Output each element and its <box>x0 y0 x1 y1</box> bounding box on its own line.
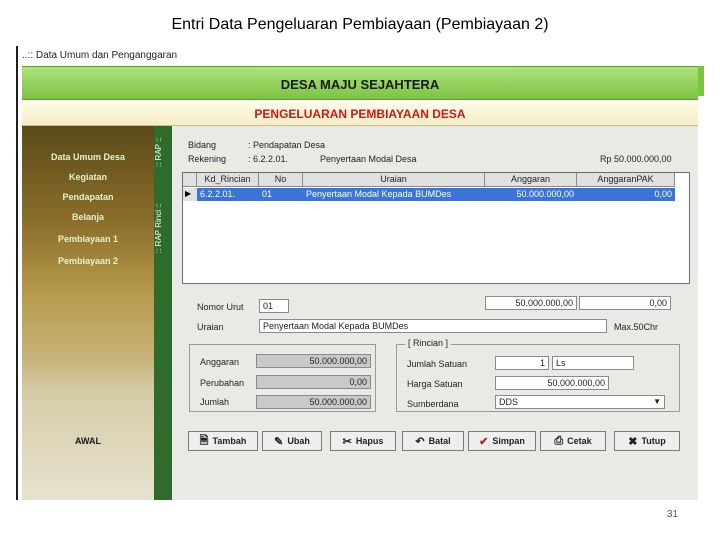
cetak-label: Cetak <box>567 436 592 446</box>
rekening-value: : 6.2.2.01. <box>248 154 289 164</box>
printer-icon: ⎙ <box>554 434 564 447</box>
hapus-label: Hapus <box>355 436 384 446</box>
sumberdana-select[interactable]: DDS ▼ <box>495 395 665 409</box>
jumlah-satuan-field[interactable]: 1 <box>495 356 549 370</box>
jumlah-field[interactable]: 50.000.000,00 <box>256 395 371 409</box>
sidebar-item-pembiayaan-1[interactable]: Pembiayaan 1 <box>22 234 154 244</box>
hapus-button[interactable]: ✂ Hapus <box>330 431 396 451</box>
tab-rap-rinci[interactable]: :: RAP Rinci :: <box>154 180 172 276</box>
check-icon: ✔ <box>479 435 489 448</box>
column-header-anggaran-pak[interactable]: AnggaranPAK <box>577 173 675 187</box>
sumberdana-label: Sumberdana <box>407 399 459 409</box>
window-edge <box>698 66 704 96</box>
simpan-button[interactable]: ✔ Simpan <box>468 431 536 451</box>
sidebar-item-pendapatan[interactable]: Pendapatan <box>22 192 154 202</box>
jumlah-label: Jumlah <box>200 397 230 407</box>
tambah-button[interactable]: 🗎 Tambah <box>188 431 258 451</box>
sidebar: Data Umum Desa Kegiatan Pendapatan Belan… <box>22 126 154 500</box>
max-chars-hint: Max.50Chr <box>614 322 659 332</box>
sumberdana-value: DDS <box>499 397 519 407</box>
sidebar-item-belanja[interactable]: Belanja <box>22 212 154 222</box>
page-number: 31 <box>666 509 678 520</box>
row-selector-icon[interactable]: ▶ <box>183 188 197 201</box>
cetak-button[interactable]: ⎙ Cetak <box>540 431 606 451</box>
undo-icon: ↶ <box>415 435 425 448</box>
row-header-corner <box>183 173 197 187</box>
add-doc-icon: 🗎 <box>199 434 209 447</box>
cell-kd[interactable]: 6.2.2.01. <box>197 188 259 201</box>
edit-icon: ✎ <box>274 435 284 448</box>
total-pak-field[interactable]: 0,00 <box>579 296 671 310</box>
delete-icon: ✂ <box>342 435 352 448</box>
harga-satuan-label: Harga Satuan <box>407 379 463 389</box>
total-anggaran-field[interactable]: 50.000.000,00 <box>485 296 577 310</box>
tab-rap[interactable]: :: RAP :: <box>154 130 172 174</box>
cell-uraian[interactable]: Penyertaan Modal Kepada BUMDes <box>303 188 485 201</box>
batal-label: Batal <box>428 436 451 446</box>
section-header: PENGELUARAN PEMBIAYAAN DESA <box>22 102 698 126</box>
tambah-label: Tambah <box>212 436 247 446</box>
sidebar-item-kegiatan[interactable]: Kegiatan <box>22 172 154 182</box>
column-header-anggaran[interactable]: Anggaran <box>485 173 577 187</box>
village-header: DESA MAJU SEJAHTERA <box>22 66 698 100</box>
rekening-total: Rp 50.000.000,00 <box>600 154 672 164</box>
perubahan-label: Perubahan <box>200 378 245 388</box>
rekening-label: Rekening <box>188 154 227 164</box>
column-header-no[interactable]: No <box>259 173 303 187</box>
vertical-tabs: :: RAP :: :: RAP Rinci :: <box>154 126 172 500</box>
awal-button[interactable]: AWAL <box>22 436 154 446</box>
window-title: ..:: Data Umum dan Penganggaran <box>22 50 178 61</box>
uraian-label: Uraian <box>197 322 224 332</box>
column-header-kd-rincian[interactable]: Kd_Rincian <box>197 173 259 187</box>
nomor-urut-label: Nomor Urut <box>197 302 244 312</box>
rincian-frame: [ Rincian ] Jumlah Satuan 1 Ls Harga Sat… <box>396 338 680 412</box>
harga-satuan-field[interactable]: 50.000.000,00 <box>495 376 609 390</box>
slide-title: Entri Data Pengeluaran Pembiayaan (Pembi… <box>171 16 549 33</box>
sidebar-item-pembiayaan-2[interactable]: Pembiayaan 2 <box>22 256 154 266</box>
anggaran-label: Anggaran <box>200 357 240 367</box>
cell-no[interactable]: 01 <box>259 188 303 201</box>
tutup-label: Tutup <box>641 436 666 446</box>
bidang-value: : Pendapatan Desa <box>248 140 326 150</box>
rincian-legend: [ Rincian ] <box>405 338 452 348</box>
ubah-button[interactable]: ✎ Ubah <box>262 431 322 451</box>
rekening-name: Penyertaan Modal Desa <box>320 154 417 164</box>
uraian-field[interactable]: Penyertaan Modal Kepada BUMDes <box>259 319 607 333</box>
cell-anggaran[interactable]: 50.000.000,00 <box>485 188 577 201</box>
perubahan-field[interactable]: 0,00 <box>256 375 371 389</box>
cell-pak[interactable]: 0,00 <box>577 188 675 201</box>
column-header-uraian[interactable]: Uraian <box>303 173 485 187</box>
bidang-label: Bidang <box>188 140 217 150</box>
simpan-label: Simpan <box>492 436 525 446</box>
jumlah-satuan-label: Jumlah Satuan <box>407 359 468 369</box>
summary-frame: Anggaran 50.000.000,00 Perubahan 0,00 Ju… <box>189 344 376 412</box>
batal-button[interactable]: ↶ Batal <box>402 431 464 451</box>
satuan-field[interactable]: Ls <box>552 356 634 370</box>
ubah-label: Ubah <box>287 436 310 446</box>
chevron-down-icon[interactable]: ▼ <box>653 397 661 406</box>
tutup-button[interactable]: ✖ Tutup <box>614 431 680 451</box>
close-icon: ✖ <box>628 435 638 448</box>
nomor-urut-field[interactable]: 01 <box>259 299 289 313</box>
anggaran-field[interactable]: 50.000.000,00 <box>256 354 371 368</box>
sidebar-item-data-umum-desa[interactable]: Data Umum Desa <box>22 152 154 162</box>
rincian-table: Kd_Rincian No Uraian Anggaran AnggaranPA… <box>182 172 690 284</box>
